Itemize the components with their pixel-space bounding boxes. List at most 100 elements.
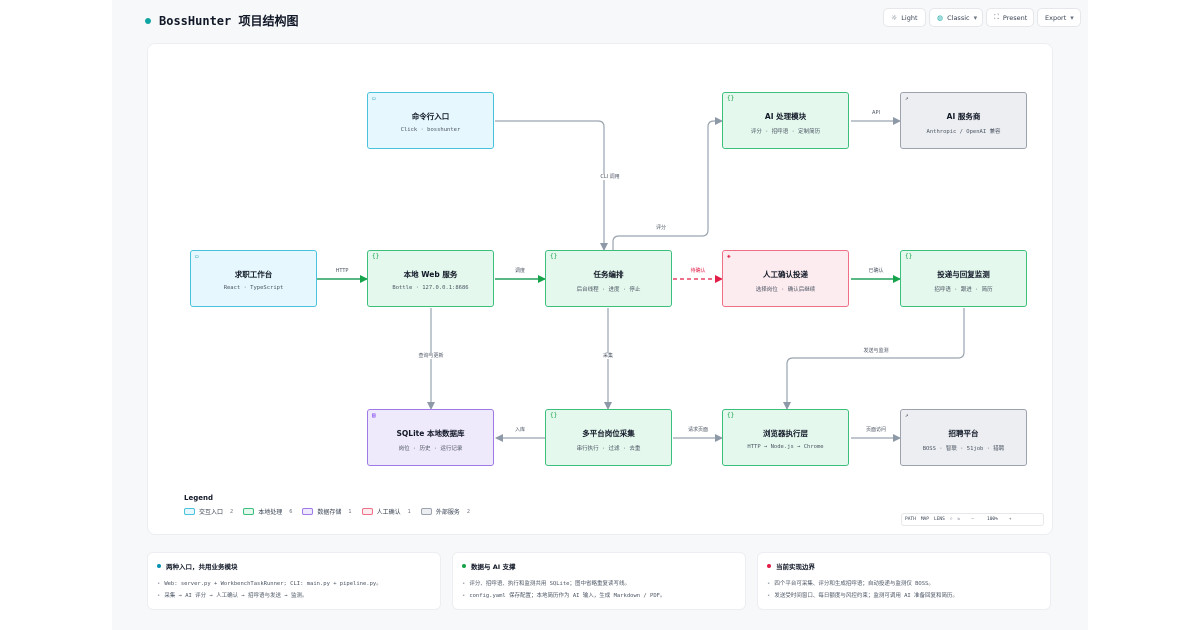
- edge-label-request-page: 请求页面: [686, 427, 710, 433]
- node-subtitle: 选择岗位 · 确认后继续: [755, 287, 816, 293]
- node-title: 本地 Web 服务: [403, 270, 458, 279]
- lens-toggle[interactable]: LENS: [934, 517, 945, 522]
- legend-count: 1: [348, 508, 352, 515]
- info-card-entry: 两种入口，共用业务模块 Web: server.py + WorkbenchTa…: [147, 552, 441, 610]
- node-subtitle: 岗位 · 历史 · 运行记录: [398, 446, 463, 452]
- code-braces-icon: {}: [550, 253, 558, 260]
- legend-item-human[interactable]: 人工确认 1: [361, 507, 411, 516]
- node-subtitle: 招呼语 · 跟进 · 简历: [934, 287, 993, 293]
- node-sqlite[interactable]: ▤ SQLite 本地数据库 岗位 · 历史 · 运行记录: [367, 409, 494, 466]
- legend-item-local[interactable]: 本地处理 6: [243, 507, 292, 516]
- node-workbench[interactable]: ▭ 求职工作台 React · TypeScript: [190, 250, 317, 307]
- legend-count: 2: [466, 508, 471, 515]
- legend-title: Legend: [184, 494, 213, 502]
- edge-label-page-access: 页面访问: [864, 427, 888, 433]
- edge-label-query-update: 查询与更新: [417, 353, 445, 359]
- node-collect[interactable]: {} 多平台岗位采集 串行执行 · 过滤 · 去重: [545, 409, 672, 466]
- node-subtitle: 评分 · 招呼语 · 定制简历: [750, 129, 821, 135]
- card-item: config.yaml 保存配置；本地简历作为 AI 输入，生成 Markdow…: [462, 590, 736, 602]
- node-subtitle: HTTP → Node.js → Chrome: [747, 444, 824, 450]
- edge-label-confirmed: 已确认: [867, 268, 885, 274]
- legend-label: 本地处理: [258, 509, 283, 516]
- node-browser[interactable]: {} 浏览器执行层 HTTP → Node.js → Chrome: [722, 409, 849, 466]
- card-item: 评分、招呼语、执行和监测共用 SQLite；图中省略重复读写线。: [462, 578, 736, 590]
- edge-label-http: HTTP: [334, 268, 350, 274]
- edge-label-api: API: [871, 110, 881, 116]
- edge-label-store: 入库: [513, 427, 527, 433]
- node-title: 任务编排: [593, 270, 624, 279]
- node-subtitle: Anthropic / OpenAI 兼容: [926, 129, 1001, 135]
- card-item: 发送受时间窗口、每日额度与风控约束；监测可调用 AI 准备回复和简历。: [767, 590, 1041, 602]
- edge-cli-orchestrator: [495, 120, 608, 251]
- edge-label-send-monitor: 发送与监测: [862, 348, 890, 354]
- zoom-toolbar: PATH MAP LENS ⌕ ↻ − 100% +: [901, 513, 1044, 526]
- legend-swatch: [184, 508, 195, 515]
- node-subtitle: 串行执行 · 过滤 · 去重: [576, 446, 641, 452]
- node-subtitle: Bottle · 127.0.0.1:8686: [392, 285, 469, 291]
- code-braces-icon: {}: [727, 95, 735, 102]
- card-item: 四个平台可采集、评分和生成招呼语；自动投递与监测仅 BOSS。: [767, 578, 1041, 590]
- legend-swatch: [361, 508, 373, 515]
- card-dot-icon: [157, 564, 161, 568]
- node-web[interactable]: {} 本地 Web 服务 Bottle · 127.0.0.1:8686: [367, 250, 494, 307]
- edge-label-pending: 待确认: [689, 268, 707, 274]
- node-title: 投递与回复监测: [937, 270, 990, 279]
- legend-label: 人工确认: [376, 509, 401, 516]
- legend-swatch: [302, 508, 314, 515]
- node-provider[interactable]: ↗ AI 服务商 Anthropic / OpenAI 兼容: [900, 92, 1027, 149]
- zoom-in-icon[interactable]: +: [1009, 517, 1012, 522]
- card-title: 数据与 AI 支撑: [471, 563, 516, 571]
- external-link-icon: ↗: [905, 95, 909, 102]
- node-cli[interactable]: ▭ 命令行入口 Click · bosshunter: [367, 92, 494, 149]
- legend-label: 交互入口: [199, 509, 224, 516]
- node-title: 人工确认投递: [763, 270, 808, 279]
- node-title: AI 服务商: [946, 112, 981, 121]
- reset-icon[interactable]: ↻: [958, 517, 961, 522]
- legend-label: 数据存储: [317, 509, 342, 516]
- search-icon[interactable]: ⌕: [950, 517, 953, 522]
- card-title: 当前实现边界: [776, 563, 815, 571]
- node-monitor[interactable]: {} 投递与回复监测 招呼语 · 跟进 · 简历: [900, 250, 1027, 307]
- legend-count: 1: [407, 508, 411, 515]
- info-card-boundary: 当前实现边界 四个平台可采集、评分和生成招呼语；自动投递与监测仅 BOSS。 发…: [757, 552, 1051, 610]
- node-subtitle: Click · bosshunter: [400, 127, 461, 133]
- zoom-out-icon[interactable]: −: [971, 517, 974, 522]
- legend-swatch: [420, 508, 432, 515]
- card-dot-icon: [767, 564, 771, 568]
- node-platform[interactable]: ↗ 招聘平台 BOSS · 智联 · 51job · 猎聘: [900, 409, 1027, 466]
- node-subtitle: 后台线程 · 进度 · 停止: [576, 287, 641, 293]
- code-braces-icon: {}: [727, 412, 735, 419]
- card-dot-icon: [462, 564, 466, 568]
- card-item: 采集 → AI 评分 → 人工确认 → 招呼语与发送 → 监测。: [157, 590, 431, 602]
- node-title: SQLite 本地数据库: [396, 429, 465, 438]
- node-subtitle: React · TypeScript: [223, 285, 284, 291]
- info-card-data-ai: 数据与 AI 支撑 评分、招呼语、执行和监测共用 SQLite；图中省略重复读写…: [452, 552, 746, 610]
- code-braces-icon: {}: [550, 412, 558, 419]
- card-title: 两种入口，共用业务模块: [166, 563, 238, 571]
- node-orchestrator[interactable]: {} 任务编排 后台线程 · 进度 · 停止: [545, 250, 672, 307]
- node-title: 招聘平台: [948, 429, 979, 438]
- legend: 交互入口 2 本地处理 6 数据存储 1 人工确认 1 外部服务 2: [184, 507, 470, 516]
- legend-count: 2: [230, 508, 234, 515]
- legend-item-external[interactable]: 外部服务 2: [420, 507, 471, 516]
- edge-label-collect: 采集: [601, 353, 615, 359]
- code-braces-icon: {}: [905, 253, 913, 260]
- legend-count: 6: [289, 508, 293, 515]
- edge-label-cli-call: CLI 调用: [599, 174, 621, 180]
- path-toggle[interactable]: PATH: [905, 517, 916, 522]
- window-icon: ▭: [195, 253, 199, 260]
- node-title: 命令行入口: [411, 112, 450, 121]
- node-ai[interactable]: {} AI 处理模块 评分 · 招呼语 · 定制简历: [722, 92, 849, 149]
- node-confirm[interactable]: ◈ 人工确认投递 选择岗位 · 确认后继续: [722, 250, 849, 307]
- map-toggle[interactable]: MAP: [921, 517, 929, 522]
- node-title: AI 处理模块: [764, 112, 807, 121]
- legend-item-storage[interactable]: 数据存储 1: [302, 507, 352, 516]
- terminal-icon: ▭: [372, 95, 376, 102]
- legend-item-interaction[interactable]: 交互入口 2: [184, 507, 233, 516]
- edge-label-schedule: 调度: [513, 268, 527, 274]
- database-icon: ▤: [372, 412, 376, 419]
- shield-check-icon: ◈: [727, 253, 731, 260]
- node-subtitle: BOSS · 智联 · 51job · 猎聘: [922, 446, 1005, 452]
- node-title: 浏览器执行层: [763, 429, 808, 438]
- edge-monitor-browser: [783, 308, 965, 410]
